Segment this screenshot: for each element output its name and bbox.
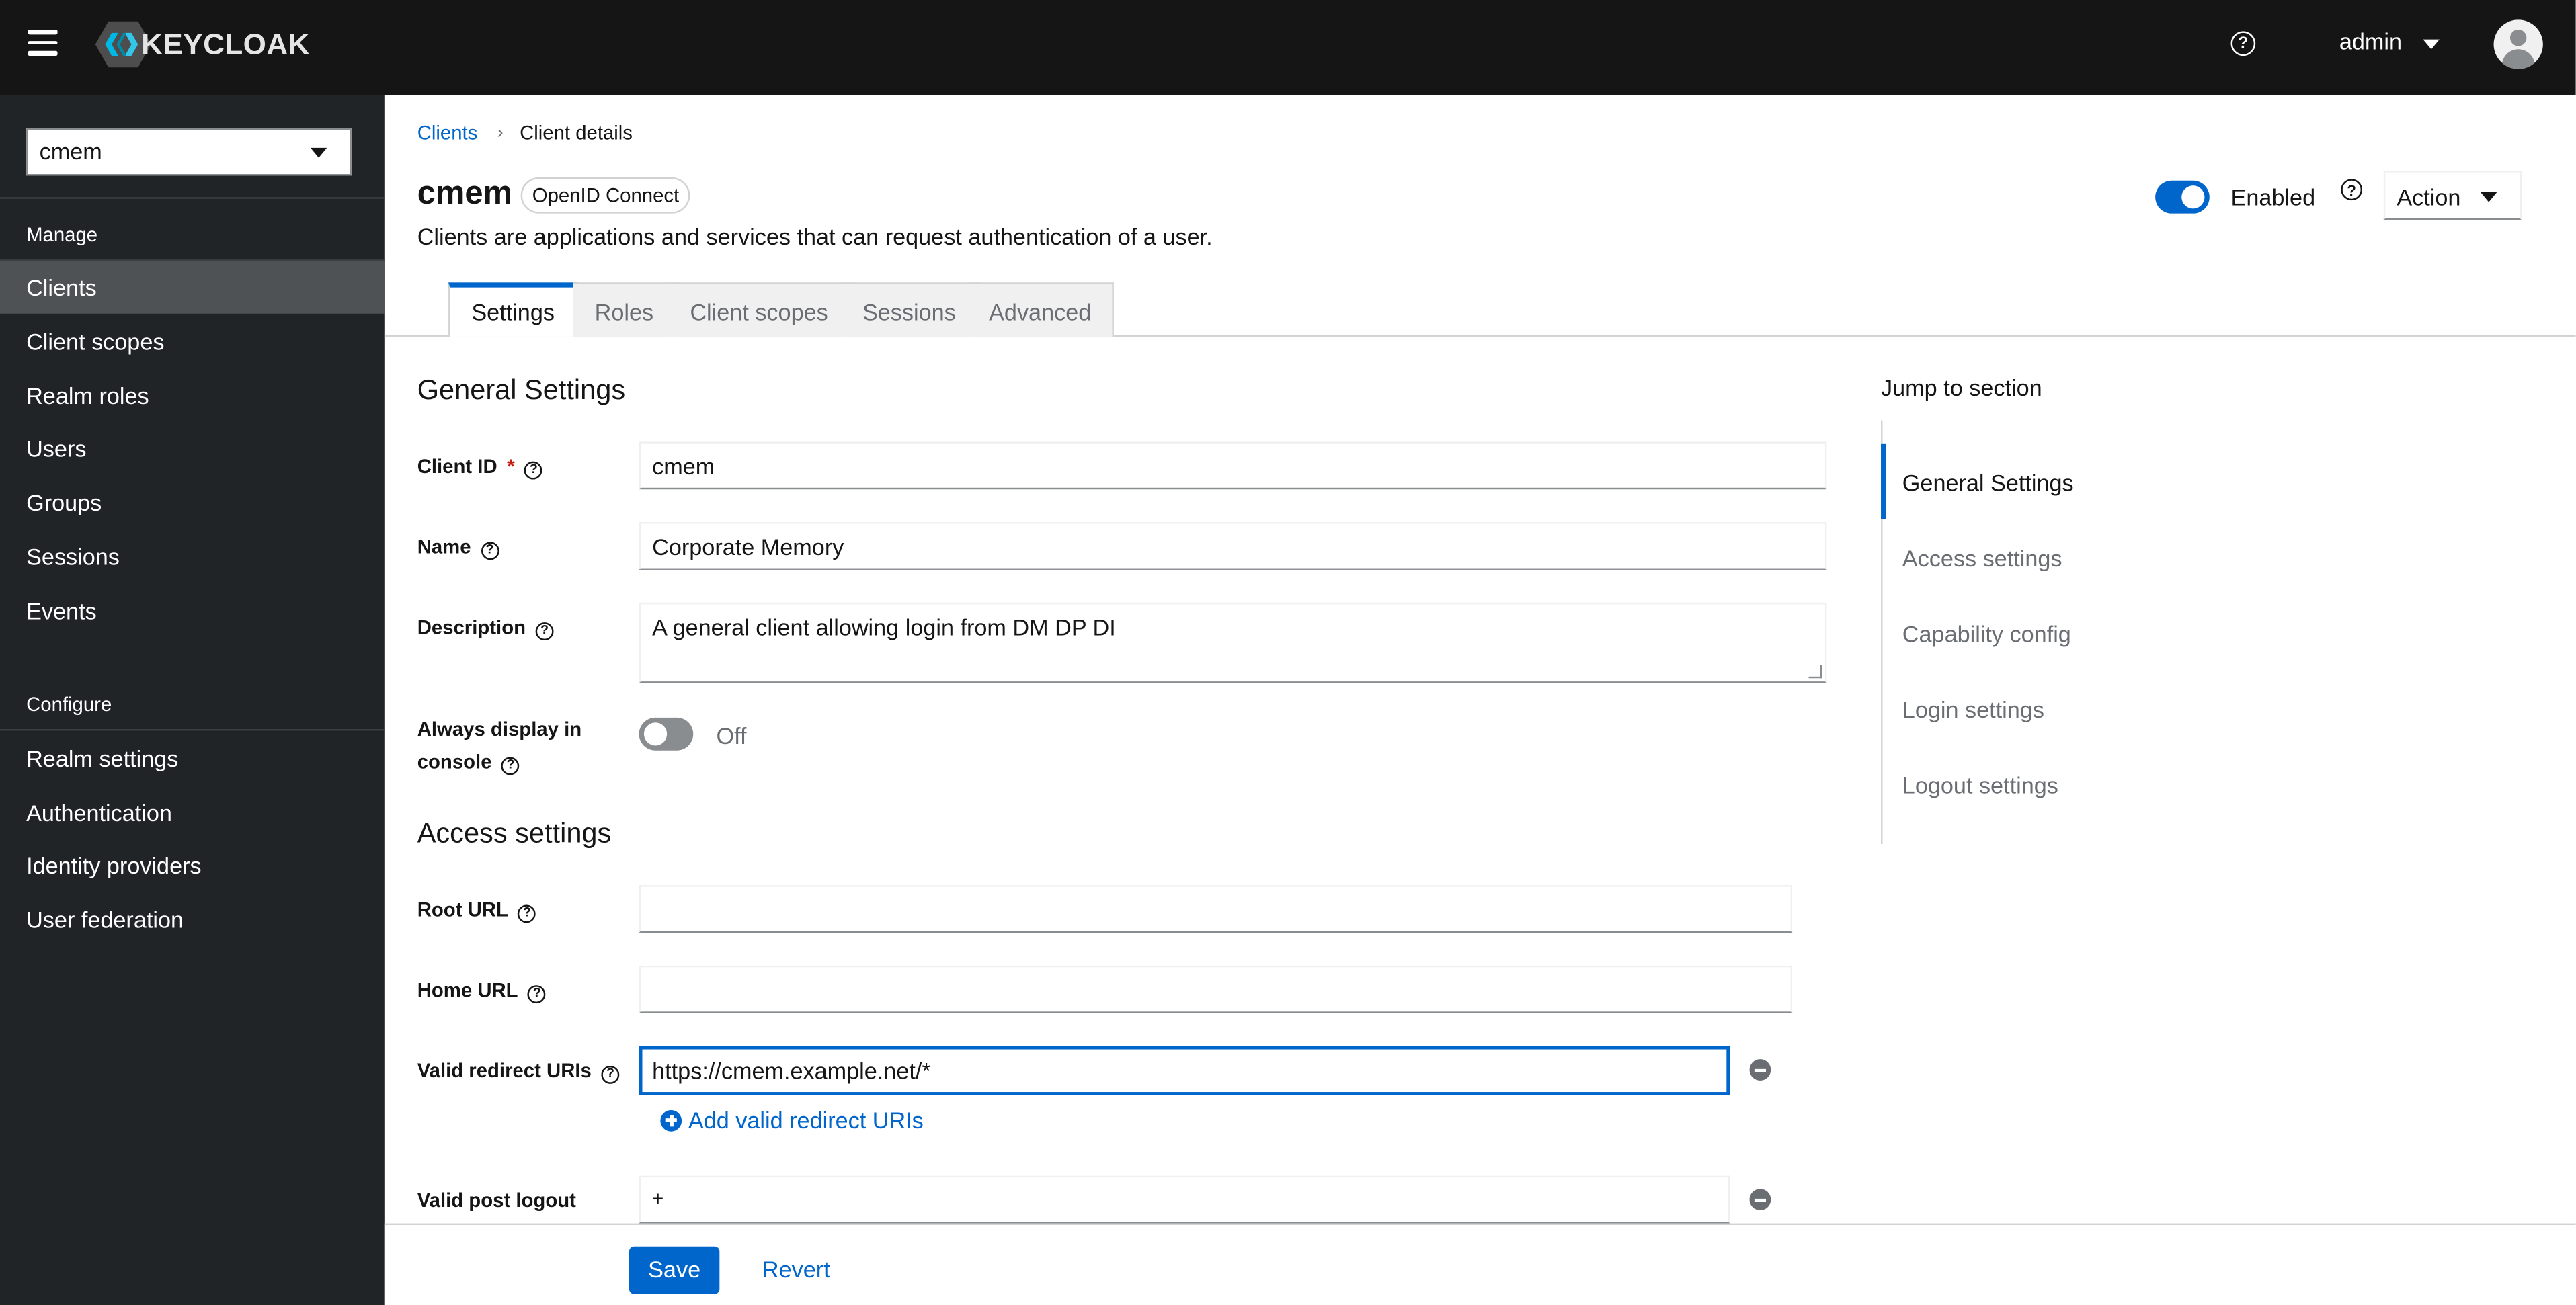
jump-item-capability-config[interactable]: Capability config <box>1902 621 2071 647</box>
enabled-toggle[interactable] <box>2155 180 2210 214</box>
add-redirect-uri-link[interactable]: Add valid redirect URIs <box>660 1107 924 1134</box>
help-icon[interactable]: ? <box>528 984 547 1003</box>
jump-to-section-title: Jump to section <box>1881 374 2042 401</box>
sidebar-item-events[interactable]: Events <box>0 585 385 637</box>
always-display-state: Off <box>716 722 747 749</box>
breadcrumb: Clients › Client details <box>417 122 633 144</box>
menu-icon[interactable] <box>28 29 58 56</box>
plus-circle-icon <box>660 1109 682 1131</box>
protocol-badge: OpenID Connect <box>520 177 691 214</box>
resize-handle-icon[interactable] <box>1808 665 1822 679</box>
help-icon[interactable]: ? <box>535 621 554 640</box>
sidebar-item-sessions[interactable]: Sessions <box>0 530 385 583</box>
client-id-label-text: Client ID <box>417 454 497 478</box>
add-redirect-uri-label: Add valid redirect URIs <box>688 1107 924 1134</box>
realm-selector-value: cmem <box>39 138 102 165</box>
tab-roles[interactable]: Roles <box>573 282 677 337</box>
action-dropdown-label: Action <box>2397 183 2461 210</box>
revert-button[interactable]: Revert <box>762 1256 830 1282</box>
home-url-label: Home URL? <box>417 974 547 1007</box>
sidebar-item-users[interactable]: Users <box>0 422 385 474</box>
description-textarea[interactable]: A general client allowing login from DM … <box>639 602 1827 683</box>
tab-client-scopes[interactable]: Client scopes <box>668 282 851 337</box>
sidebar-item-clients[interactable]: Clients <box>0 261 385 314</box>
action-dropdown[interactable]: Action <box>2383 171 2522 220</box>
breadcrumb-current: Client details <box>520 121 633 145</box>
sidebar-item-realm-roles[interactable]: Realm roles <box>0 370 385 422</box>
description-value: A general client allowing login from DM … <box>652 614 1116 641</box>
help-icon[interactable]: ? <box>501 756 520 775</box>
sidebar-divider <box>0 197 385 199</box>
sidebar: cmem Manage Clients Client scopes Realm … <box>0 95 385 1305</box>
tab-advanced[interactable]: Advanced <box>967 282 1115 337</box>
jump-item-login-settings[interactable]: Login settings <box>1902 696 2044 722</box>
required-marker: * <box>507 454 515 478</box>
help-icon[interactable]: ? <box>481 541 499 560</box>
help-icon[interactable]: ? <box>524 460 543 479</box>
help-icon[interactable]: ? <box>518 904 536 923</box>
description-label-text: Description <box>417 616 526 639</box>
realm-selector[interactable]: cmem <box>26 128 352 176</box>
home-url-input[interactable] <box>639 965 1793 1013</box>
help-icon[interactable]: ? <box>2341 179 2363 201</box>
section-title-general-settings: General Settings <box>417 374 626 406</box>
logo-text: KEYCLOAK <box>141 27 310 60</box>
always-display-label-text: Always display in console <box>417 717 582 773</box>
always-display-label: Always display in console? <box>417 713 614 779</box>
page-description: Clients are applications and services th… <box>417 223 1213 250</box>
redirect-uris-label-text: Valid redirect URIs <box>417 1059 592 1083</box>
minus-circle-icon[interactable] <box>1749 1059 1771 1081</box>
help-icon[interactable]: ? <box>2230 31 2256 56</box>
caret-down-icon <box>2480 192 2497 202</box>
sidebar-item-client-scopes[interactable]: Client scopes <box>0 315 385 368</box>
post-logout-label: Valid post logout <box>417 1189 576 1212</box>
redirect-uri-input[interactable]: https://cmem.example.net/* <box>639 1046 1730 1095</box>
masthead: KEYCLOAK ? admin <box>0 0 2576 95</box>
tab-settings[interactable]: Settings <box>448 282 578 337</box>
name-input[interactable]: Corporate Memory <box>639 522 1827 570</box>
post-logout-input[interactable]: + <box>639 1175 1730 1224</box>
client-id-label: Client ID *? <box>417 450 543 483</box>
sidebar-section-manage: Manage <box>26 223 98 247</box>
root-url-input[interactable] <box>639 885 1793 933</box>
jump-active-indicator <box>1881 443 1886 519</box>
caret-down-icon[interactable] <box>2423 39 2440 50</box>
jump-item-logout-settings[interactable]: Logout settings <box>1902 772 2058 798</box>
help-icon[interactable]: ? <box>601 1064 620 1083</box>
tab-sessions[interactable]: Sessions <box>841 282 979 337</box>
caret-down-icon <box>310 147 327 158</box>
redirect-uris-label: Valid redirect URIs? <box>417 1054 620 1087</box>
sidebar-item-user-federation[interactable]: User federation <box>0 893 385 945</box>
section-title-access-settings: Access settings <box>417 817 612 849</box>
sidebar-item-realm-settings[interactable]: Realm settings <box>0 732 385 785</box>
jump-item-general-settings[interactable]: General Settings <box>1902 470 2074 496</box>
root-url-label: Root URL? <box>417 893 536 926</box>
brand-logo[interactable]: KEYCLOAK <box>95 19 310 69</box>
jump-item-access-settings[interactable]: Access settings <box>1902 545 2062 571</box>
root-url-label-text: Root URL <box>417 898 508 921</box>
enabled-label: Enabled <box>2230 183 2316 210</box>
sidebar-section-configure: Configure <box>26 693 112 716</box>
sidebar-item-groups[interactable]: Groups <box>0 476 385 529</box>
minus-circle-icon[interactable] <box>1749 1189 1771 1211</box>
save-button[interactable]: Save <box>629 1246 720 1294</box>
name-label: Name? <box>417 530 499 563</box>
always-display-toggle[interactable] <box>639 717 694 751</box>
avatar-icon[interactable] <box>2493 19 2543 69</box>
user-menu[interactable]: admin <box>2339 28 2402 54</box>
name-label-text: Name <box>417 535 471 558</box>
description-label: Description? <box>417 611 554 644</box>
client-id-input[interactable]: cmem <box>639 441 1827 490</box>
sidebar-item-authentication[interactable]: Authentication <box>0 787 385 839</box>
keycloak-admin-console: KEYCLOAK ? admin cmem Manage Clients Cli… <box>0 0 2576 1305</box>
page-title: cmem <box>417 175 512 212</box>
chevron-right-icon: › <box>497 123 504 143</box>
sidebar-item-identity-providers[interactable]: Identity providers <box>0 839 385 892</box>
home-url-label-text: Home URL <box>417 978 518 1002</box>
breadcrumb-clients-link[interactable]: Clients <box>417 122 478 144</box>
sidebar-divider <box>0 729 385 731</box>
